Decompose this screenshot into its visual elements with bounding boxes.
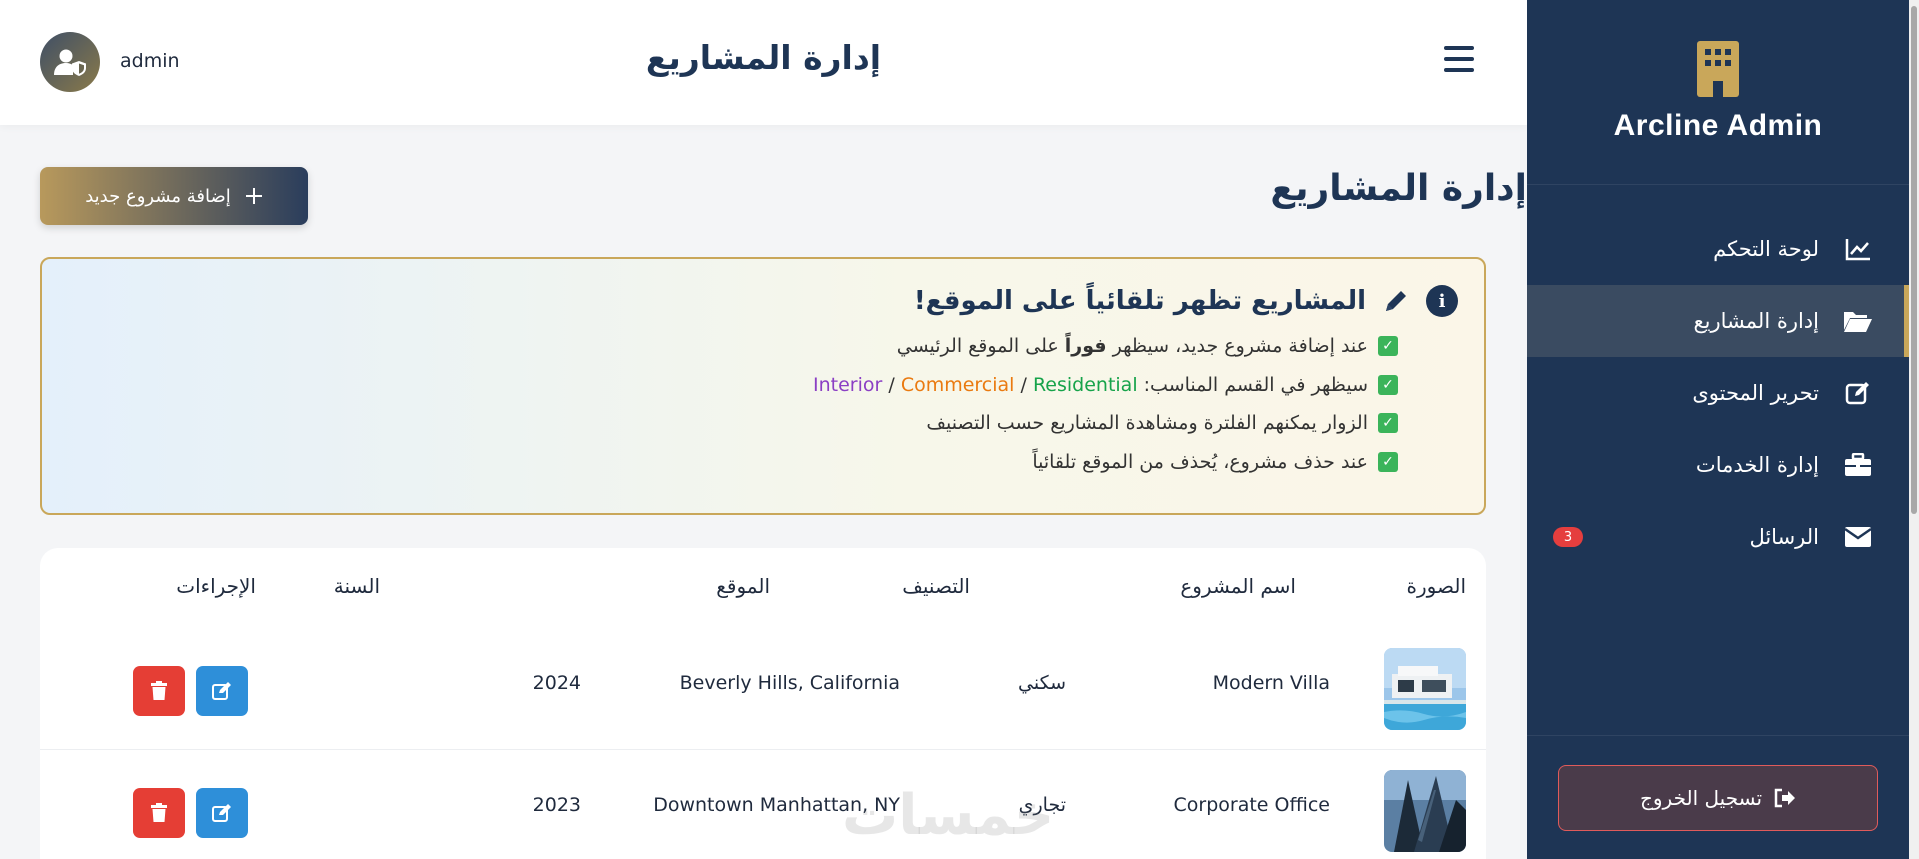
project-name: Modern Villa — [1212, 672, 1330, 694]
envelope-icon — [1843, 522, 1873, 552]
info-item: ✓ سيظهر في القسم المناسب: Interior / Com… — [42, 366, 1398, 405]
sidebar-brand: Arcline Admin — [1527, 0, 1909, 185]
chart-line-icon — [1843, 234, 1873, 264]
sidebar-item-label: إدارة الخدمات — [1695, 453, 1819, 477]
hamburger-menu-icon[interactable] — [1444, 46, 1474, 72]
project-category: سكني — [1018, 672, 1066, 694]
briefcase-icon — [1843, 450, 1873, 480]
th-actions: الإجراءات — [176, 574, 256, 598]
sidebar-item-projects[interactable]: إدارة المشاريع — [1527, 285, 1909, 357]
office-image — [1384, 770, 1466, 852]
watermark: خمسات — [842, 783, 1055, 848]
edit-icon — [212, 804, 231, 822]
check-icon: ✓ — [1378, 413, 1398, 434]
villa-image — [1384, 648, 1466, 730]
projects-table: الصورة اسم المشروع التصنيف الموقع السنة … — [40, 548, 1486, 859]
trash-icon — [151, 681, 167, 700]
sidebar: Arcline Admin لوحة التحكم إدارة المشاريع… — [1527, 0, 1909, 859]
info-heading-row: i المشاريع تظهر تلقائياً على الموقع! — [42, 285, 1458, 317]
edit-button[interactable] — [196, 788, 248, 838]
info-text: عند إضافة مشروع جديد، سيظهر فوراً على ال… — [896, 335, 1368, 358]
check-icon: ✓ — [1378, 451, 1398, 472]
sidebar-item-dashboard[interactable]: لوحة التحكم — [1527, 213, 1909, 285]
page-scrollbar[interactable] — [1909, 0, 1919, 859]
folder-open-icon — [1843, 306, 1873, 336]
sidebar-item-services[interactable]: إدارة الخدمات — [1527, 429, 1909, 501]
info-icon: i — [1426, 285, 1458, 317]
building-icon — [1697, 41, 1739, 97]
pencil-icon — [1386, 291, 1406, 311]
info-heading: المشاريع تظهر تلقائياً على الموقع! — [913, 286, 1366, 316]
info-text: الزوار يمكنهم الفلترة ومشاهدة المشاريع ح… — [926, 412, 1368, 435]
project-image[interactable] — [1384, 770, 1466, 852]
sidebar-item-label: تحرير المحتوى — [1692, 381, 1819, 405]
project-location: Beverly Hills, California — [679, 672, 900, 694]
check-icon: ✓ — [1378, 336, 1398, 357]
logout-button[interactable]: تسجيل الخروج — [1558, 764, 1878, 831]
sidebar-item-messages[interactable]: الرسائل 3 — [1527, 501, 1909, 573]
sidebar-footer: تسجيل الخروج — [1527, 735, 1909, 859]
add-project-button[interactable]: إضافة مشروع جديد — [40, 167, 308, 225]
info-text: سيظهر في القسم المناسب: Interior / Comme… — [813, 373, 1368, 396]
th-year: السنة — [333, 574, 380, 598]
edit-button[interactable] — [196, 666, 248, 716]
info-item: ✓ الزوار يمكنهم الفلترة ومشاهدة المشاريع… — [42, 404, 1398, 443]
project-image[interactable] — [1384, 648, 1466, 730]
info-text: عند حذف مشروع، يُحذف من الموقع تلقائياً — [1032, 450, 1368, 473]
edit-icon — [212, 682, 231, 700]
sidebar-nav: لوحة التحكم إدارة المشاريع تحرير المحتوى… — [1527, 185, 1909, 573]
add-project-label: إضافة مشروع جديد — [85, 185, 231, 207]
table-row: Modern Villa سكني Beverly Hills, Califor… — [40, 628, 1486, 750]
info-item: ✓ عند إضافة مشروع جديد، سيظهر فوراً على … — [42, 327, 1398, 366]
logout-label: تسجيل الخروج — [1639, 785, 1763, 810]
info-list: ✓ عند إضافة مشروع جديد، سيظهر فوراً على … — [42, 327, 1458, 481]
project-name: Corporate Office — [1173, 794, 1330, 816]
table-row: Corporate Office تجاري Downtown Manhatta… — [40, 750, 1486, 859]
trash-icon — [151, 803, 167, 822]
brand-title: Arcline Admin — [1613, 109, 1823, 142]
page-title: إدارة المشاريع — [1270, 168, 1527, 209]
sidebar-item-label: الرسائل — [1749, 525, 1819, 549]
sign-out-icon — [1774, 788, 1796, 807]
th-location: الموقع — [716, 574, 770, 598]
th-image: الصورة — [1406, 574, 1466, 598]
delete-button[interactable] — [133, 788, 185, 838]
project-year: 2023 — [532, 794, 581, 816]
info-item: ✓ عند حذف مشروع، يُحذف من الموقع تلقائيا… — [42, 443, 1398, 482]
sidebar-item-content[interactable]: تحرير المحتوى — [1527, 357, 1909, 429]
info-box: i المشاريع تظهر تلقائياً على الموقع! ✓ ع… — [40, 257, 1486, 515]
th-name: اسم المشروع — [1180, 574, 1296, 598]
plus-icon — [245, 188, 262, 204]
edit-square-icon — [1843, 378, 1873, 408]
check-icon: ✓ — [1378, 374, 1398, 395]
messages-badge: 3 — [1553, 527, 1583, 547]
scroll-thumb[interactable] — [1911, 6, 1917, 514]
top-bar: admin إدارة المشاريع — [0, 0, 1527, 125]
th-category: التصنيف — [902, 574, 970, 598]
sidebar-item-label: إدارة المشاريع — [1693, 309, 1819, 333]
header-title: إدارة المشاريع — [645, 38, 882, 77]
delete-button[interactable] — [133, 666, 185, 716]
sidebar-item-label: لوحة التحكم — [1713, 237, 1819, 261]
project-year: 2024 — [532, 672, 581, 694]
